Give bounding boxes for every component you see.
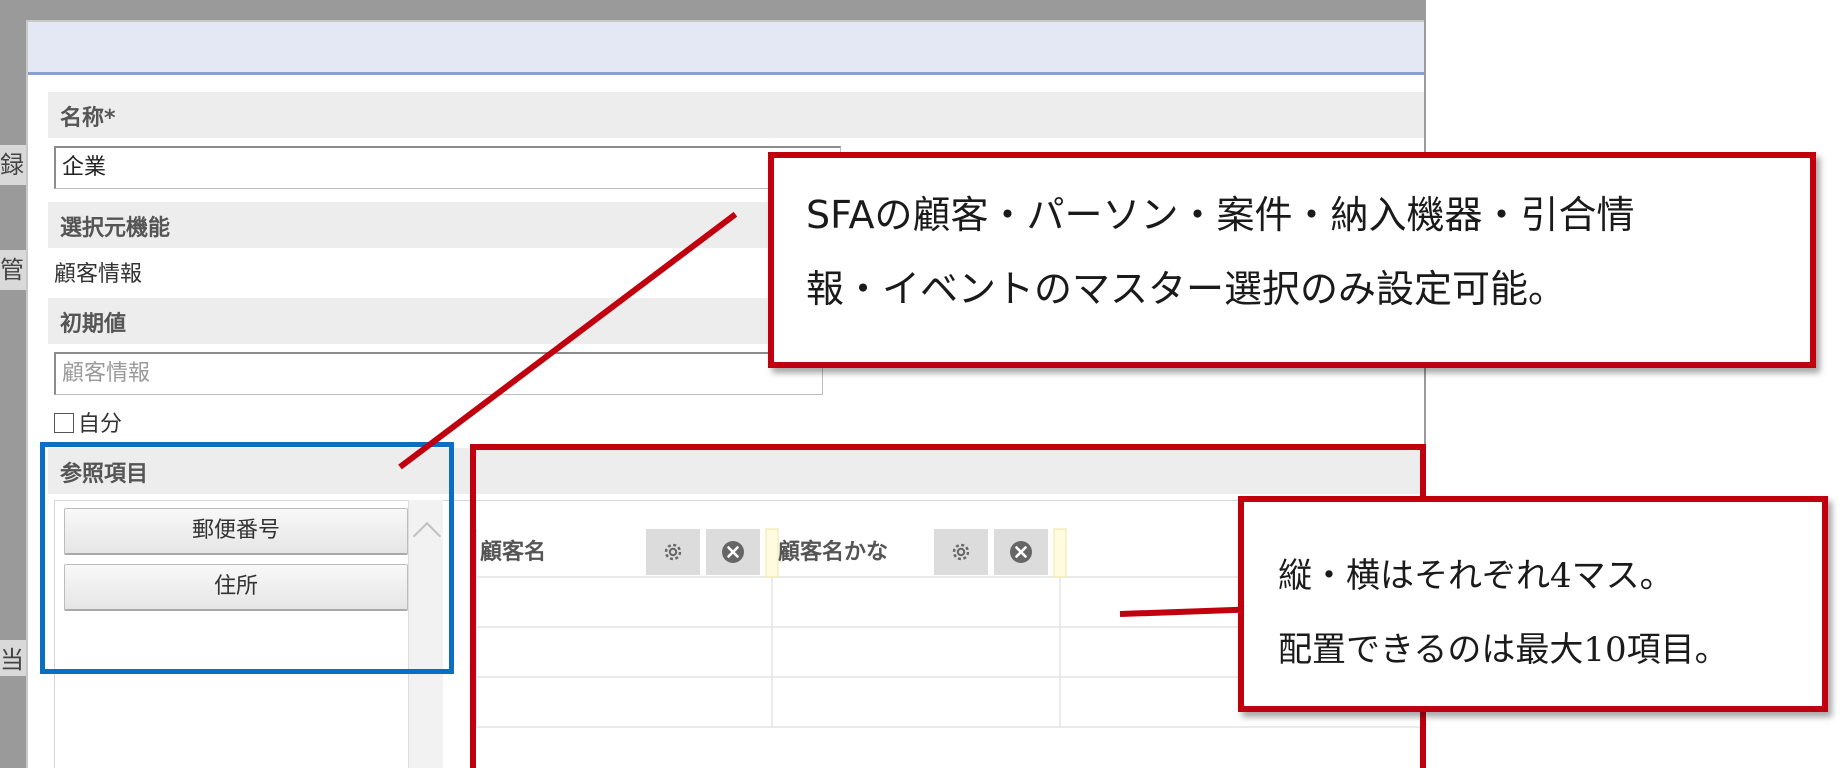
name-section-header: 名称* (48, 92, 1424, 138)
callout-grid-limits-line1: 縦・横はそれぞれ4マス。 (1278, 556, 1674, 596)
self-checkbox-row[interactable]: 自分 (54, 406, 122, 438)
callout-grid-limits: 縦・横はそれぞれ4マス。 配置できるのは最大10項目。 (1238, 496, 1828, 712)
callout-grid-limits-line2: 配置できるのは最大10項目。 (1278, 630, 1729, 670)
name-label: 名称* (60, 106, 116, 131)
initial-value-input[interactable]: 顧客情報 (54, 352, 823, 395)
name-input[interactable]: 企業 (54, 146, 841, 189)
callout-master-selection-line1: SFAの顧客・パーソン・案件・納入機器・引合情 (806, 193, 1635, 237)
dialog-titlebar[interactable] (28, 22, 1424, 75)
self-checkbox-label: 自分 (78, 412, 123, 437)
source-function-label: 選択元機能 (60, 216, 171, 241)
self-checkbox[interactable] (54, 413, 74, 433)
callout-master-selection: SFAの顧客・パーソン・案件・納入機器・引合情 報・イベントのマスター選択のみ設… (768, 152, 1816, 368)
callout-master-selection-line2: 報・イベントのマスター選択のみ設定可能。 (806, 267, 1567, 311)
initial-value-label: 初期値 (60, 312, 127, 337)
reference-items-highlight (40, 442, 454, 674)
source-function-value: 顧客情報 (54, 262, 143, 287)
